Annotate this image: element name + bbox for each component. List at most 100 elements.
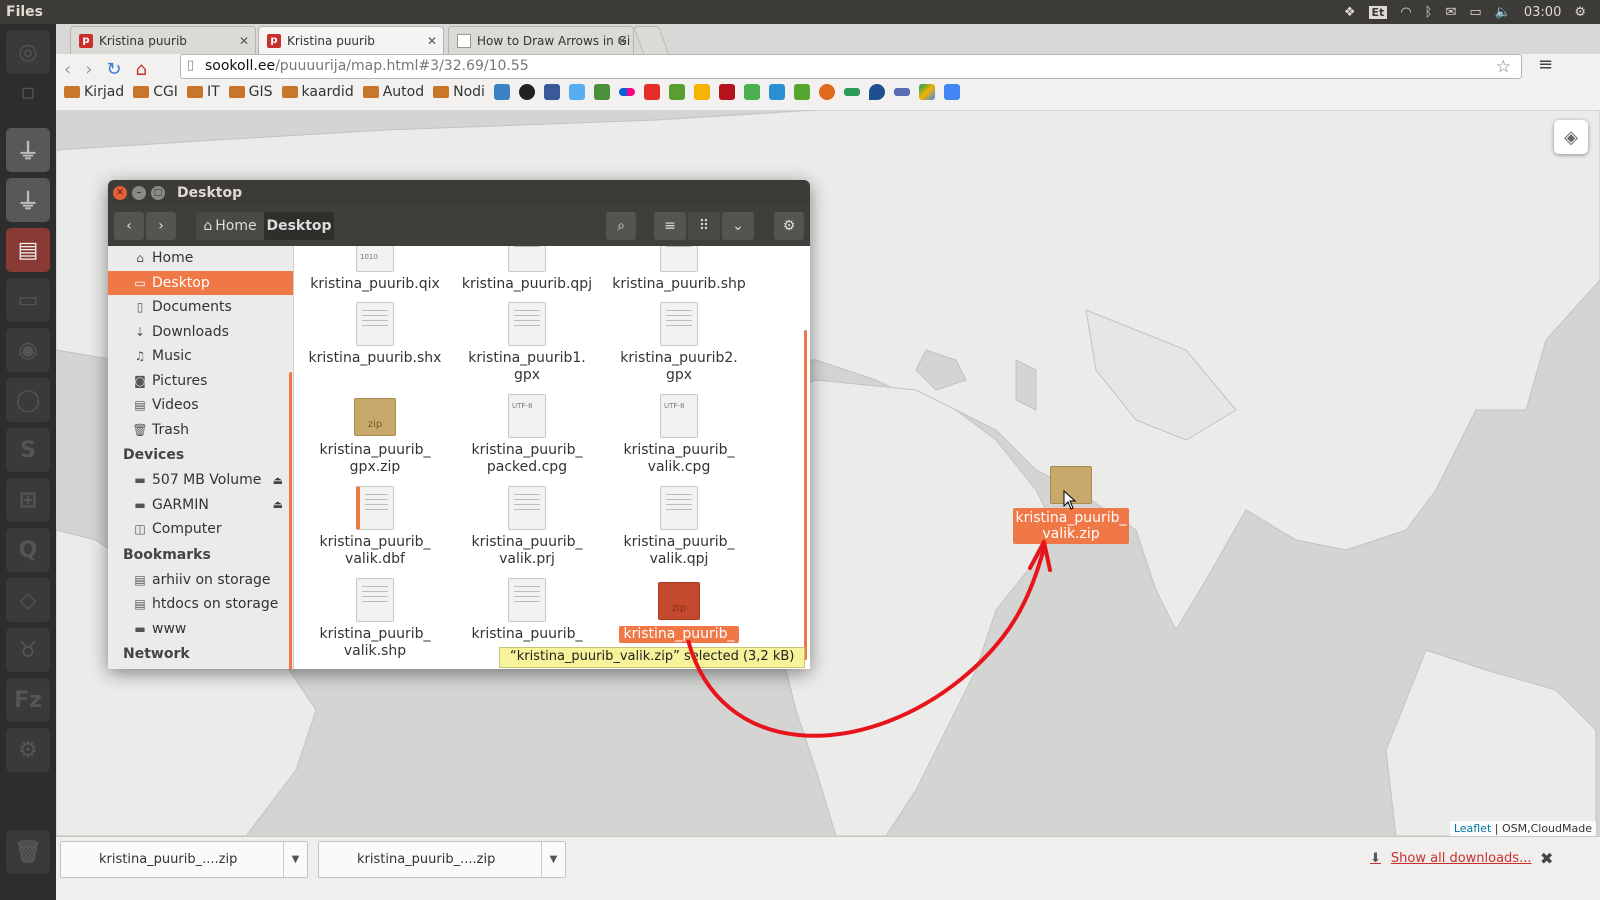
workspace-icon[interactable]: ▫ bbox=[6, 80, 50, 105]
file-item[interactable]: kristina_puurib.shp bbox=[604, 246, 754, 293]
chromium-icon[interactable]: ◉ bbox=[6, 328, 50, 372]
postgres-icon[interactable]: ♉ bbox=[6, 628, 50, 672]
translate-icon[interactable] bbox=[943, 84, 960, 100]
sidebar-item-trash[interactable]: 🗑 Trash bbox=[108, 418, 293, 443]
file-item[interactable]: kristina_puurib2. gpx bbox=[604, 302, 754, 384]
file-item[interactable]: kristina_puurib_ valik.prj bbox=[452, 486, 602, 568]
minimize-icon[interactable]: – bbox=[132, 186, 146, 200]
file-item[interactable]: UTF-8 kristina_puurib_ valik.cpg bbox=[604, 394, 754, 476]
layers-icon[interactable]: ◈ bbox=[1554, 120, 1588, 154]
sidebar-item-home[interactable]: ⌂ Home bbox=[108, 246, 293, 271]
bookmark-icon[interactable] bbox=[693, 84, 710, 100]
file-item[interactable]: kristina_puurib_ valik.dbf bbox=[300, 486, 450, 568]
bookmark-icon[interactable] bbox=[718, 84, 735, 100]
remmina-icon[interactable]: ◇ bbox=[6, 578, 50, 622]
youtube-icon[interactable] bbox=[643, 84, 660, 100]
download-item[interactable]: kristina_puurib_....zip ▼ bbox=[60, 841, 308, 878]
bookmark-icon[interactable] bbox=[493, 84, 510, 100]
volume-icon[interactable]: 🔈 bbox=[1495, 5, 1511, 20]
screenshot-icon[interactable]: ⊞ bbox=[6, 478, 50, 522]
terminal-icon[interactable]: ▭ bbox=[6, 278, 50, 322]
home-icon[interactable]: ⌂ bbox=[136, 59, 147, 80]
close-icon[interactable]: ✕ bbox=[113, 186, 127, 200]
eject-icon[interactable]: ⏏ bbox=[273, 474, 283, 487]
show-all-downloads-link[interactable]: ⬇ Show all downloads... bbox=[1370, 851, 1531, 866]
bookmark-icon[interactable] bbox=[868, 84, 885, 100]
path-home-button[interactable]: ⌂ Home bbox=[196, 212, 264, 240]
sidebar-item-computer[interactable]: ◫ Computer bbox=[108, 517, 293, 542]
window-titlebar[interactable]: ✕ – □ Desktop bbox=[108, 180, 810, 206]
forward-icon[interactable]: › bbox=[85, 59, 92, 80]
bookmark-icon[interactable] bbox=[893, 88, 910, 96]
browser-tab[interactable]: p Kristina puurib ✕ bbox=[70, 26, 256, 54]
bluetooth-icon[interactable]: ᛒ bbox=[1425, 5, 1433, 20]
gear-icon[interactable]: ⚙ bbox=[774, 212, 804, 240]
file-item[interactable]: zip kristina_puurib_ gpx.zip bbox=[300, 394, 450, 476]
dash-icon[interactable]: ◎ bbox=[6, 30, 50, 74]
chevron-down-icon[interactable]: ▼ bbox=[541, 842, 565, 877]
bookmark-folder[interactable]: CGI bbox=[133, 84, 178, 100]
bookmark-icon[interactable] bbox=[843, 88, 860, 96]
bookmark-folder[interactable]: Kirjad bbox=[64, 84, 124, 100]
battery-icon[interactable]: ▭ bbox=[1469, 5, 1481, 20]
sidebar-item-bookmark[interactable]: ▬ www bbox=[108, 617, 293, 642]
sidebar-scrollbar[interactable] bbox=[289, 372, 292, 669]
list-view-icon[interactable]: ≡ bbox=[654, 212, 686, 240]
mail-icon[interactable]: ✉ bbox=[1445, 5, 1456, 20]
back-button[interactable]: ‹ bbox=[114, 212, 144, 240]
files-icon[interactable]: ▤ bbox=[6, 228, 50, 272]
chevron-down-icon[interactable]: ▼ bbox=[283, 842, 307, 877]
file-item[interactable]: kristina_puurib_ valik.qpj bbox=[604, 486, 754, 568]
camera-icon[interactable]: ◯ bbox=[6, 378, 50, 422]
sidebar-item-garmin[interactable]: ▬ GARMIN ⏏ bbox=[108, 493, 293, 518]
download-item[interactable]: kristina_puurib_....zip ▼ bbox=[318, 841, 566, 878]
bookmark-icon[interactable] bbox=[743, 84, 760, 100]
close-icon[interactable]: ✕ bbox=[617, 34, 627, 48]
bookmark-folder[interactable]: Nodi bbox=[433, 84, 485, 100]
search-icon[interactable]: ⌕ bbox=[606, 212, 636, 240]
bookmark-folder[interactable]: kaardid bbox=[281, 84, 354, 100]
clock[interactable]: 03:00 bbox=[1524, 5, 1561, 20]
close-icon[interactable]: ✕ bbox=[239, 34, 249, 48]
path-desktop-button[interactable]: Desktop bbox=[264, 212, 334, 240]
settings-icon[interactable]: ⚙ bbox=[6, 728, 50, 772]
forward-button[interactable]: › bbox=[146, 212, 176, 240]
qgis-icon[interactable]: Q bbox=[6, 528, 50, 572]
sidebar-item-volume[interactable]: ▬ 507 MB Volume ⏏ bbox=[108, 468, 293, 493]
sidebar-item-bookmark[interactable]: ▤ arhiiv on storage bbox=[108, 568, 293, 593]
file-item[interactable]: kristina_puurib1. gpx bbox=[452, 302, 602, 384]
bookmark-icon[interactable] bbox=[818, 84, 835, 100]
sidebar-item-videos[interactable]: ▤ Videos bbox=[108, 393, 293, 418]
facebook-icon[interactable] bbox=[543, 84, 560, 100]
filezilla-icon[interactable]: Fz bbox=[6, 678, 50, 722]
github-icon[interactable] bbox=[518, 84, 535, 100]
sidebar-item-music[interactable]: ♫ Music bbox=[108, 344, 293, 369]
bookmark-icon[interactable] bbox=[593, 84, 610, 100]
chevron-down-icon[interactable]: ⌄ bbox=[722, 212, 754, 240]
twitter-icon[interactable] bbox=[568, 84, 585, 100]
sidebar-item-downloads[interactable]: ⇣ Downloads bbox=[108, 320, 293, 345]
gear-icon[interactable]: ⚙ bbox=[1574, 5, 1586, 20]
keyboard-indicator[interactable]: Et bbox=[1368, 5, 1388, 19]
file-grid-scrollbar[interactable] bbox=[804, 330, 807, 660]
reload-icon[interactable]: ↻ bbox=[106, 59, 121, 80]
sidebar-item-documents[interactable]: ▯ Documents bbox=[108, 295, 293, 320]
dropbox-icon[interactable]: ❖ bbox=[1344, 5, 1356, 20]
file-item[interactable]: kristina_puurib.shx bbox=[300, 302, 450, 367]
back-icon[interactable]: ‹ bbox=[64, 59, 71, 80]
wifi-icon[interactable]: ◠ bbox=[1400, 5, 1411, 20]
star-icon[interactable]: ☆ bbox=[1496, 57, 1511, 77]
bookmark-icon[interactable] bbox=[768, 84, 785, 100]
bookmark-folder[interactable]: Autod bbox=[362, 84, 424, 100]
sidebar-item-desktop[interactable]: ▭ Desktop bbox=[108, 270, 293, 295]
close-icon[interactable]: ✕ bbox=[427, 34, 437, 48]
file-item-selected[interactable]: zip kristina_puurib_ bbox=[604, 578, 754, 643]
browser-tab[interactable]: How to Draw Arrows in Gi ✕ bbox=[448, 26, 634, 54]
bookmark-icon[interactable] bbox=[668, 84, 685, 100]
leaflet-link[interactable]: Leaflet bbox=[1454, 822, 1491, 835]
file-item[interactable]: UTF-8 kristina_puurib_ packed.cpg bbox=[452, 394, 602, 476]
file-item[interactable]: kristina_puurib.qpj bbox=[452, 246, 602, 293]
browser-tab-active[interactable]: p Kristina puurib ✕ bbox=[258, 26, 444, 54]
sidebar-item-bookmark[interactable]: ▤ htdocs on storage bbox=[108, 592, 293, 617]
address-bar[interactable]: ▯ sookoll.ee/puuuurija/map.html#3/32.69/… bbox=[180, 54, 1522, 79]
